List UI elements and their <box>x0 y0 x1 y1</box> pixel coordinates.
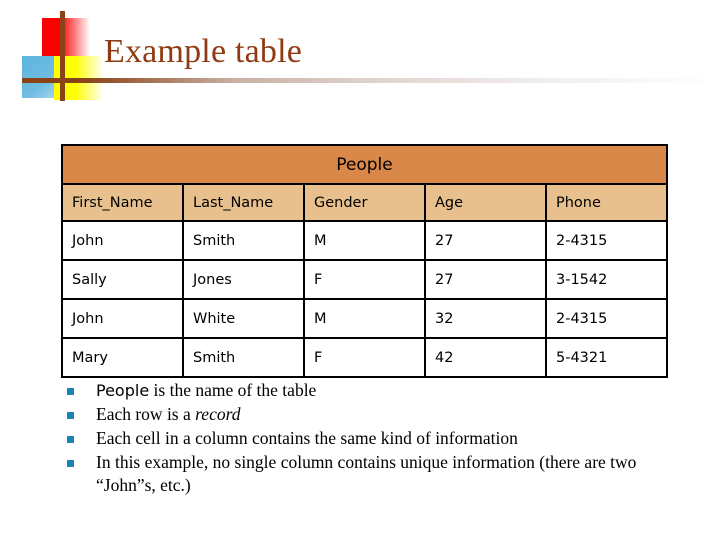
column-header-gender: Gender <box>303 183 426 222</box>
list-item-text: Each row is a record <box>96 403 681 426</box>
cell-first-name: John <box>61 298 184 339</box>
cell-phone: 3-1542 <box>545 259 668 300</box>
bullet-square-icon <box>67 412 74 419</box>
cell-last-name: Smith <box>182 337 305 378</box>
people-table: People First_Name Last_Name Gender Age P… <box>61 144 668 378</box>
list-item-emphasis: record <box>195 404 241 424</box>
cell-age: 32 <box>424 298 547 339</box>
list-item: Each row is a record <box>61 403 681 426</box>
cell-first-name: Sally <box>61 259 184 300</box>
column-header-phone: Phone <box>545 183 668 222</box>
cell-age: 27 <box>424 259 547 300</box>
column-header-first-name: First_Name <box>61 183 184 222</box>
bullet-square-icon <box>67 388 74 395</box>
logo-red-square <box>42 18 90 61</box>
cell-age: 27 <box>424 220 547 261</box>
column-header-age: Age <box>424 183 547 222</box>
table-caption-cell: People <box>61 144 668 185</box>
table-row: Mary Smith F 42 5-4321 <box>61 337 668 378</box>
notes-list: People is the name of the table Each row… <box>61 379 681 498</box>
cell-gender: F <box>303 259 426 300</box>
cell-gender: M <box>303 220 426 261</box>
column-header-last-name: Last_Name <box>182 183 305 222</box>
cell-last-name: Jones <box>182 259 305 300</box>
bullet-square-icon <box>67 460 74 467</box>
cell-gender: M <box>303 298 426 339</box>
list-item-rest: Each row is a <box>96 404 196 424</box>
list-item-lead: People <box>96 381 150 400</box>
bullet-square-icon <box>67 436 74 443</box>
list-item-text: In this example, no single column contai… <box>96 451 681 497</box>
list-item: Each cell in a column contains the same … <box>61 427 681 450</box>
cell-first-name: John <box>61 220 184 261</box>
title-underline-rule <box>45 78 718 83</box>
cell-last-name: Smith <box>182 220 305 261</box>
table-caption-row: People <box>61 144 668 185</box>
logo-cross-vertical <box>60 11 65 101</box>
list-item: People is the name of the table <box>61 379 681 402</box>
list-item-rest: is the name of the table <box>149 380 317 400</box>
cell-phone: 2-4315 <box>545 298 668 339</box>
table-header-row: First_Name Last_Name Gender Age Phone <box>61 183 668 222</box>
list-item-rest: In this example, no single column contai… <box>96 452 637 495</box>
cell-age: 42 <box>424 337 547 378</box>
cell-phone: 5-4321 <box>545 337 668 378</box>
cell-last-name: White <box>182 298 305 339</box>
list-item-text: People is the name of the table <box>96 379 681 402</box>
table-row: Sally Jones F 27 3-1542 <box>61 259 668 300</box>
list-item: In this example, no single column contai… <box>61 451 681 497</box>
cell-gender: F <box>303 337 426 378</box>
table-row: John White M 32 2-4315 <box>61 298 668 339</box>
table-row: John Smith M 27 2-4315 <box>61 220 668 261</box>
cell-phone: 2-4315 <box>545 220 668 261</box>
list-item-text: Each cell in a column contains the same … <box>96 427 681 450</box>
slide-title: Example table <box>104 33 303 70</box>
list-item-rest: Each cell in a column contains the same … <box>96 428 518 448</box>
cell-first-name: Mary <box>61 337 184 378</box>
